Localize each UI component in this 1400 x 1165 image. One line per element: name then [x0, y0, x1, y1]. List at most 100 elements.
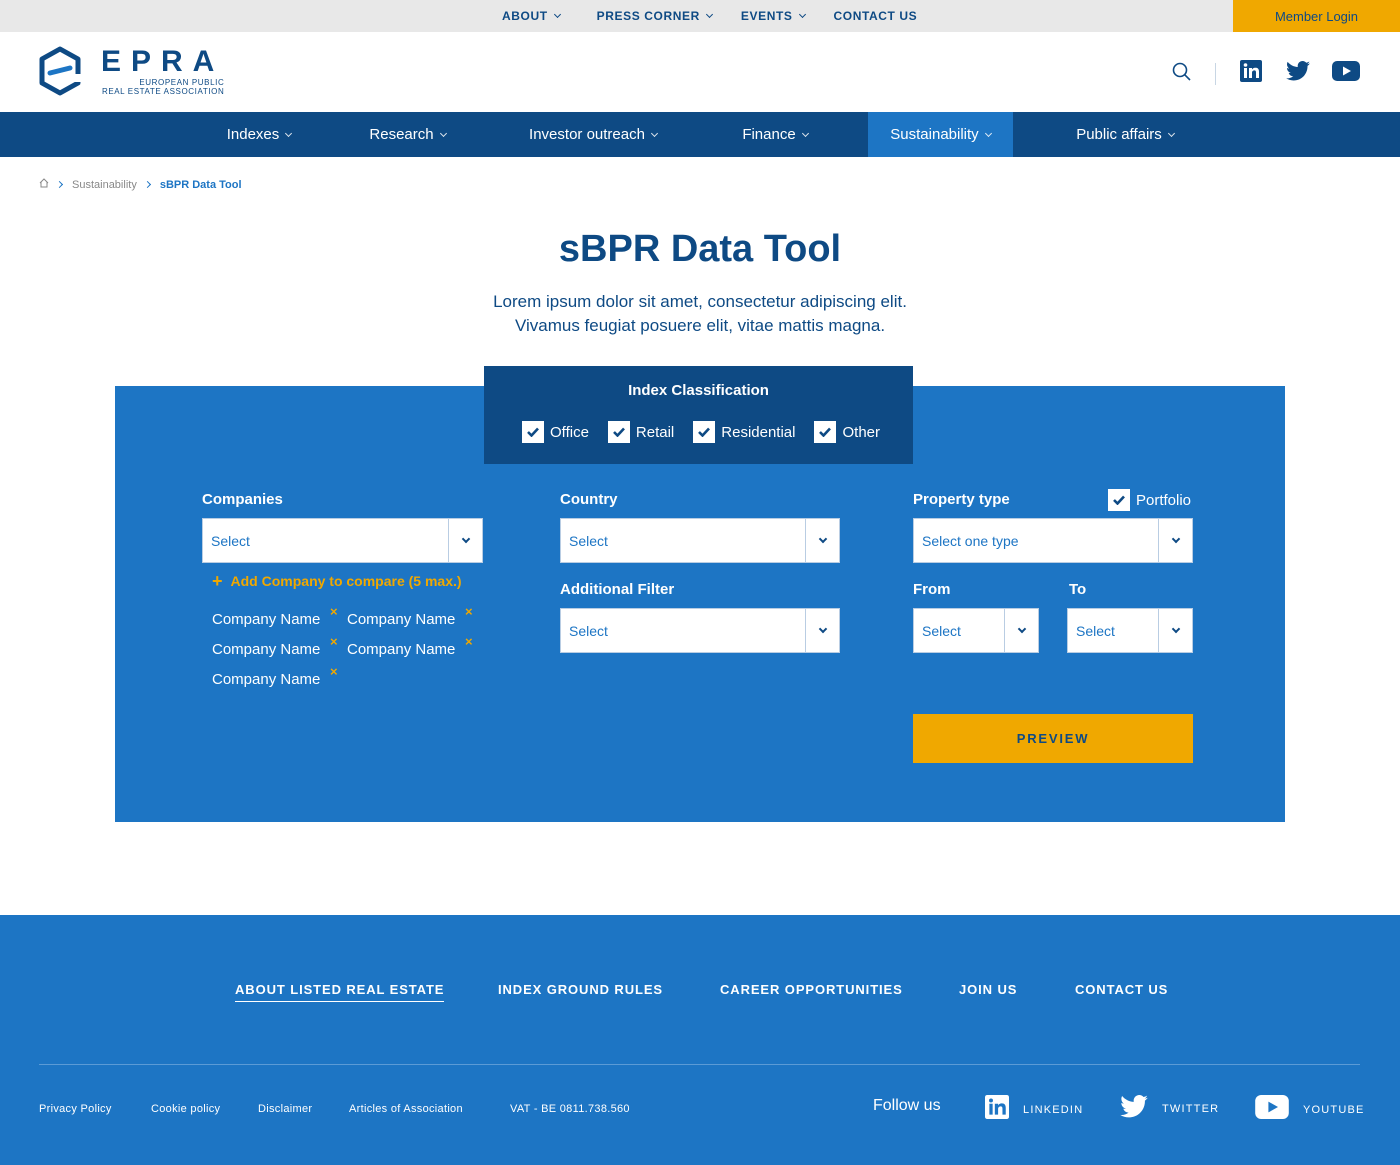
- country-label: Country: [560, 491, 618, 508]
- chevron-down-icon: [1158, 519, 1192, 562]
- add-company-button[interactable]: + Add Company to compare (5 max.): [212, 572, 462, 590]
- property-type-select[interactable]: Select one type: [913, 518, 1193, 563]
- footer-nav: ABOUT LISTED REAL ESTATE INDEX GROUND RU…: [0, 982, 1400, 1002]
- footer-link-contact-us[interactable]: CONTACT US: [1075, 982, 1168, 997]
- topnav-about[interactable]: ABOUT: [502, 9, 561, 23]
- member-login-label: Member Login: [1274, 8, 1359, 24]
- footer-link-index-ground-rules[interactable]: INDEX GROUND RULES: [498, 982, 663, 997]
- footer-link-career-opportunities[interactable]: CAREER OPPORTUNITIES: [720, 982, 903, 997]
- to-select-value: Select: [1076, 622, 1115, 639]
- linkedin-icon: [985, 1095, 1009, 1124]
- page-lead-line-2: Vivamus feugiat posuere elit, vitae matt…: [514, 316, 886, 335]
- footer-twitter-link[interactable]: TWITTER: [1120, 1095, 1219, 1123]
- index-classification-title: Index Classification: [628, 382, 769, 399]
- chevron-down-icon: [798, 10, 806, 19]
- site-footer: ABOUT LISTED REAL ESTATE INDEX GROUND RU…: [0, 915, 1400, 1165]
- mainnav-sustainability-label: Sustainability: [890, 126, 979, 143]
- legal-articles-of-association[interactable]: Articles of Association: [349, 1103, 463, 1115]
- breadcrumb-separator-icon: [55, 180, 64, 189]
- checkbox-other[interactable]: Other: [814, 421, 880, 443]
- preview-label: PREVIEW: [1016, 731, 1090, 746]
- logo-line-1: EUROPEAN PUBLIC: [139, 78, 225, 87]
- epra-logo[interactable]: EPRA EUROPEAN PUBLIC REAL ESTATE ASSOCIA…: [39, 46, 224, 96]
- checkbox-residential[interactable]: Residential: [693, 421, 795, 443]
- legal-disclaimer[interactable]: Disclaimer: [258, 1103, 312, 1115]
- legal-vat-number: VAT - BE 0811.738.560: [510, 1103, 630, 1115]
- chevron-down-icon: [553, 10, 561, 19]
- twitter-icon[interactable]: [1286, 61, 1310, 86]
- header-icons: [1172, 60, 1360, 87]
- portfolio-checkbox[interactable]: Portfolio: [1108, 489, 1191, 511]
- youtube-icon[interactable]: [1332, 61, 1360, 86]
- to-label: To: [1069, 581, 1087, 598]
- mainnav-research[interactable]: Research: [350, 112, 465, 157]
- from-select[interactable]: Select: [913, 608, 1039, 653]
- logo-wordmark: EPRA EUROPEAN PUBLIC REAL ESTATE ASSOCIA…: [101, 46, 225, 97]
- mainnav-indexes[interactable]: Indexes: [204, 112, 314, 157]
- checkbox-retail-label: Retail: [635, 423, 675, 441]
- chevron-down-icon: [285, 129, 293, 137]
- breadcrumb-separator-icon: [143, 180, 151, 189]
- topnav-events-label: EVENTS: [740, 9, 793, 23]
- companies-select[interactable]: Select: [202, 518, 483, 563]
- from-label: From: [913, 581, 951, 598]
- add-company-label: Add Company to compare (5 max.): [230, 573, 462, 589]
- chevron-down-icon: [984, 129, 992, 137]
- plus-icon: +: [212, 571, 223, 591]
- footer-link-about-listed-real-estate[interactable]: ABOUT LISTED REAL ESTATE: [235, 982, 445, 1002]
- main-nav: Indexes Research Investor outreach Finan…: [0, 112, 1400, 157]
- chevron-down-icon: [1167, 129, 1175, 137]
- mainnav-public-affairs[interactable]: Public affairs: [1055, 112, 1195, 157]
- top-utility-bar: ABOUT PRESS CORNER EVENTS CONTACT US Mem…: [0, 0, 1400, 32]
- mainnav-sustainability[interactable]: Sustainability: [868, 112, 1013, 157]
- footer-twitter-label: TWITTER: [1162, 1103, 1220, 1115]
- index-classification-box: Index Classification Office Retail Resid…: [484, 366, 913, 464]
- remove-company-2-close-icon[interactable]: ×: [465, 604, 473, 619]
- chevron-down-icon: [1158, 609, 1192, 652]
- topnav-press-corner[interactable]: PRESS CORNER: [597, 9, 713, 23]
- footer-linkedin-link[interactable]: LINKEDIN: [985, 1095, 1083, 1124]
- member-login-button[interactable]: Member Login: [1233, 0, 1400, 32]
- remove-company-3-close-icon[interactable]: ×: [330, 634, 338, 649]
- mainnav-investor-outreach[interactable]: Investor outreach: [508, 112, 678, 157]
- breadcrumb-sustainability[interactable]: Sustainability: [72, 179, 137, 191]
- remove-company-5-close-icon[interactable]: ×: [330, 664, 338, 679]
- country-select[interactable]: Select: [560, 518, 840, 563]
- additional-filter-value: Select: [569, 622, 608, 639]
- logo-line-2: REAL ESTATE ASSOCIATION: [101, 87, 225, 96]
- legal-privacy-policy[interactable]: Privacy Policy: [39, 1103, 112, 1115]
- footer-link-join-us[interactable]: JOIN US: [959, 982, 1017, 997]
- youtube-icon: [1255, 1095, 1289, 1124]
- preview-button[interactable]: PREVIEW: [913, 714, 1193, 763]
- companies-label: Companies: [202, 491, 283, 508]
- country-select-value: Select: [569, 532, 608, 549]
- checkbox-retail[interactable]: Retail: [607, 421, 675, 443]
- linkedin-icon[interactable]: [1240, 60, 1262, 87]
- remove-company-4-close-icon[interactable]: ×: [465, 634, 473, 649]
- header-divider: [1215, 62, 1216, 85]
- topnav-contact-label: CONTACT US: [833, 9, 918, 23]
- checkbox-office[interactable]: Office: [522, 421, 589, 443]
- footer-youtube-label: YOUTUBE: [1303, 1103, 1365, 1116]
- topnav-events[interactable]: EVENTS: [740, 9, 806, 23]
- search-icon[interactable]: [1172, 62, 1191, 86]
- chevron-down-icon: [1004, 609, 1038, 652]
- checkmark-icon: [607, 421, 630, 443]
- follow-us-label: Follow us: [873, 1097, 941, 1114]
- twitter-icon: [1120, 1095, 1148, 1123]
- checkmark-icon: [1108, 489, 1130, 511]
- mainnav-research-label: Research: [369, 126, 434, 143]
- checkbox-residential-label: Residential: [721, 423, 796, 441]
- epra-logo-icon: [39, 46, 81, 96]
- to-select[interactable]: Select: [1067, 608, 1193, 653]
- legal-cookie-policy[interactable]: Cookie policy: [151, 1103, 220, 1115]
- chevron-down-icon: [705, 10, 713, 19]
- classification-checkboxes: Office Retail Residential Other: [522, 421, 899, 443]
- footer-youtube-link[interactable]: YOUTUBE: [1255, 1095, 1365, 1124]
- mainnav-finance[interactable]: Finance: [722, 112, 828, 157]
- mainnav-investor-label: Investor outreach: [529, 126, 645, 143]
- topnav-contact[interactable]: CONTACT US: [834, 9, 918, 23]
- additional-filter-select[interactable]: Select: [560, 608, 840, 653]
- home-icon[interactable]: [39, 178, 49, 191]
- remove-company-1-close-icon[interactable]: ×: [330, 604, 338, 619]
